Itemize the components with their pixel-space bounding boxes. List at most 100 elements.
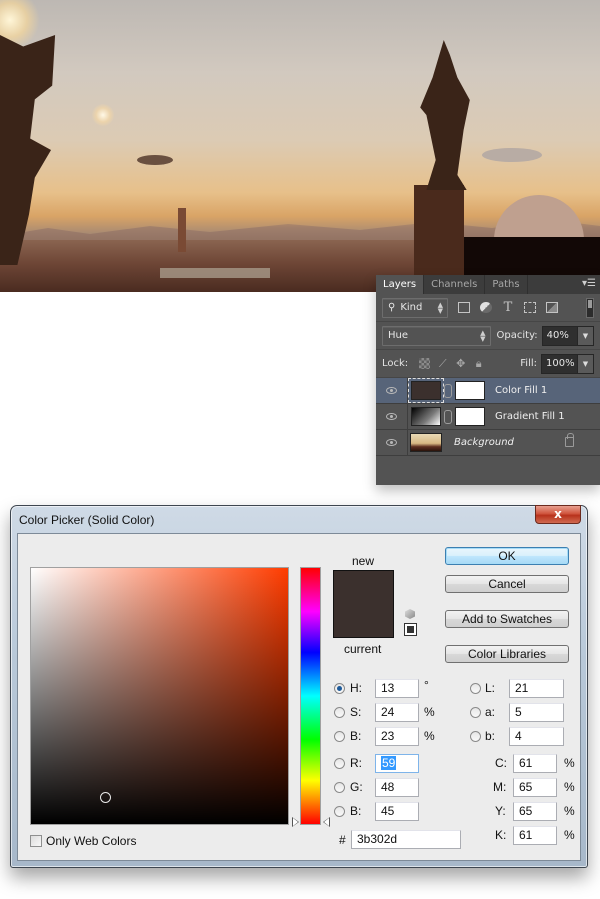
tab-paths[interactable]: Paths: [485, 275, 528, 294]
red-radio[interactable]: [334, 758, 345, 769]
green-input[interactable]: 48: [375, 778, 419, 797]
magenta-input[interactable]: 65: [513, 778, 557, 797]
lock-transparency-icon[interactable]: [419, 358, 431, 369]
black-input[interactable]: 61: [513, 826, 557, 845]
layer-row-gradient-fill[interactable]: Gradient Fill 1: [376, 403, 600, 430]
updown-arrows-icon: ▲ ▼: [437, 300, 443, 315]
layer-mask-thumbnail[interactable]: [455, 407, 485, 426]
lab-l-radio[interactable]: [470, 683, 481, 694]
sun-glow-small: [92, 104, 114, 126]
percent-unit: %: [564, 780, 575, 794]
opacity-value: 40%: [546, 330, 569, 341]
close-icon: x: [554, 507, 562, 521]
brightness-input[interactable]: 23: [375, 727, 419, 746]
warrior-silhouette: [420, 40, 470, 190]
layer-mask-thumbnail[interactable]: [455, 381, 485, 400]
saturation-label: S:: [350, 705, 362, 719]
lab-l-label: L:: [485, 681, 496, 695]
layer-row-background[interactable]: Background: [376, 429, 600, 456]
background-thumbnail[interactable]: [410, 433, 442, 452]
out-of-gamut-cube-icon[interactable]: [405, 609, 415, 619]
filter-row: ⚲ Kind ▲ ▼ T: [376, 294, 600, 322]
hue-slider-right-arrow-icon[interactable]: [323, 817, 330, 827]
blue-label: B:: [350, 804, 362, 818]
filter-kind-label: Kind: [400, 302, 423, 313]
degree-unit: °: [424, 678, 429, 692]
web-safe-color-icon[interactable]: [404, 623, 417, 636]
brightness-radio[interactable]: [334, 731, 345, 742]
tower: [178, 208, 186, 252]
panel-tabs: Layers Channels Paths ▾☰: [376, 275, 600, 294]
fill-field[interactable]: 100% ▼: [541, 353, 594, 374]
saturation-radio[interactable]: [334, 707, 345, 718]
new-color-label: new: [352, 554, 375, 568]
pixel-filter-icon[interactable]: [458, 302, 470, 313]
visibility-eye-icon[interactable]: [376, 403, 408, 430]
artwork-canvas: [0, 0, 600, 292]
chevron-down-icon[interactable]: ▼: [577, 326, 593, 345]
hex-input[interactable]: 3b302d: [351, 830, 461, 849]
gradient-fill-thumbnail[interactable]: [411, 407, 441, 426]
ok-button[interactable]: OK: [445, 547, 569, 565]
cyan-input[interactable]: 61: [513, 754, 557, 773]
color-libraries-button[interactable]: Color Libraries: [445, 645, 569, 663]
yellow-label: Y:: [495, 804, 506, 818]
smart-object-filter-icon[interactable]: [546, 302, 558, 313]
blue-input[interactable]: 45: [375, 802, 419, 821]
add-to-swatches-button[interactable]: Add to Swatches: [445, 610, 569, 628]
filter-kind-select[interactable]: ⚲ Kind ▲ ▼: [382, 297, 448, 318]
hue-slider-left-arrow-icon[interactable]: [292, 817, 299, 827]
shape-filter-icon[interactable]: [524, 302, 536, 313]
red-input[interactable]: 59: [375, 754, 419, 773]
magenta-label: M:: [493, 780, 507, 794]
dialog-title: Color Picker (Solid Color): [19, 513, 155, 527]
only-web-colors-checkbox[interactable]: [30, 835, 42, 847]
lock-all-icon[interactable]: 🔒︎: [473, 358, 484, 369]
adjustment-filter-icon[interactable]: [480, 302, 492, 313]
saturation-brightness-field[interactable]: [30, 567, 289, 825]
visibility-eye-icon[interactable]: [376, 429, 408, 456]
close-button[interactable]: x: [535, 505, 581, 524]
percent-unit: %: [564, 756, 575, 770]
saturation-input[interactable]: 24: [375, 703, 419, 722]
lock-brush-icon[interactable]: ⟋: [437, 358, 448, 369]
chain-link-icon[interactable]: [444, 409, 452, 424]
filter-toggle[interactable]: [586, 297, 594, 318]
yellow-input[interactable]: 65: [513, 802, 557, 821]
visibility-eye-icon[interactable]: [376, 377, 408, 404]
blue-radio[interactable]: [334, 806, 345, 817]
hue-radio[interactable]: [334, 683, 345, 694]
lab-l-input[interactable]: 21: [509, 679, 564, 698]
color-cursor[interactable]: [100, 792, 111, 803]
lab-a-input[interactable]: 5: [509, 703, 564, 722]
hue-label: H:: [350, 681, 362, 695]
type-filter-icon[interactable]: T: [502, 301, 514, 314]
chain-link-icon[interactable]: [444, 383, 452, 398]
green-radio[interactable]: [334, 782, 345, 793]
lab-b-radio[interactable]: [470, 731, 481, 742]
river: [160, 268, 270, 278]
current-color-label: current: [344, 642, 382, 656]
lock-row: Lock: ⟋ ✥ 🔒︎ Fill: 100% ▼: [376, 350, 600, 378]
lock-move-icon[interactable]: ✥: [455, 358, 466, 369]
blend-mode-select[interactable]: Hue ▲ ▼: [382, 325, 491, 346]
hue-slider[interactable]: [300, 567, 321, 825]
lab-a-radio[interactable]: [470, 707, 481, 718]
chevron-down-icon[interactable]: ▼: [577, 354, 593, 373]
lab-a-label: a:: [485, 705, 496, 719]
tab-layers[interactable]: Layers: [376, 275, 425, 294]
layer-row-color-fill[interactable]: Color Fill 1: [376, 377, 600, 404]
blend-mode-value: Hue: [388, 330, 409, 341]
color-preview-swatch: [333, 570, 394, 638]
cancel-button[interactable]: Cancel: [445, 575, 569, 593]
updown-arrows-icon: ▲ ▼: [480, 328, 486, 343]
panel-menu-icon[interactable]: ▾☰: [582, 278, 596, 289]
color-fill-thumbnail[interactable]: [408, 378, 444, 403]
tab-channels[interactable]: Channels: [424, 275, 486, 294]
lab-b-input[interactable]: 4: [509, 727, 564, 746]
opacity-label: Opacity:: [496, 330, 538, 341]
percent-unit: %: [564, 804, 575, 818]
hue-input[interactable]: 13: [375, 679, 419, 698]
opacity-field[interactable]: 40% ▼: [541, 325, 594, 346]
percent-unit: %: [424, 705, 435, 719]
